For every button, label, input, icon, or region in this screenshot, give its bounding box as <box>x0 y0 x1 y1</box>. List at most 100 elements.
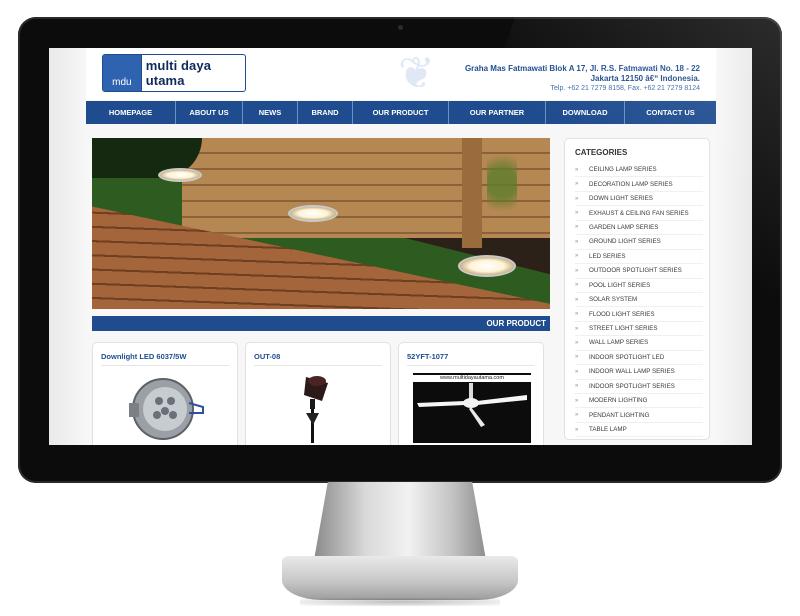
hero-banner-image <box>92 138 550 309</box>
contact-line: Telp. +62 21 7279 8158, Fax. +62 21 7279… <box>550 85 700 92</box>
chevron-right-icon: » <box>575 368 579 375</box>
chevron-right-icon: » <box>575 267 579 274</box>
category-label[interactable]: POOL LIGHT SERIES <box>589 282 650 289</box>
category-label[interactable]: MODERN LIGHTING <box>589 397 647 404</box>
monitor-stand-shadow <box>300 598 500 606</box>
category-label[interactable]: INDOOR WALL LAMP SERIES <box>589 368 675 375</box>
categories-title: CATEGORIES <box>575 148 628 157</box>
category-item[interactable]: » WALL LAMP SERIES <box>575 336 703 351</box>
category-item[interactable]: » FLOOD LIGHT SERIES <box>575 307 703 322</box>
chevron-right-icon: » <box>575 282 579 289</box>
category-item[interactable]: » SOLAR SYSTEM <box>575 293 703 308</box>
nav-download[interactable]: DOWNLOAD <box>546 101 625 124</box>
category-label[interactable]: STREET LIGHT SERIES <box>589 325 658 332</box>
category-label[interactable]: TABLE LAMP <box>589 426 627 433</box>
product-card[interactable]: 52YFT-1077 www.multidayautama.com <box>398 342 544 445</box>
chevron-right-icon: » <box>575 339 579 346</box>
nav-homepage[interactable]: HOMEPAGE <box>86 101 176 124</box>
ceiling-fan-product-image[interactable]: www.multidayautama.com <box>413 373 531 443</box>
banner-fence-post <box>462 138 482 248</box>
category-label[interactable]: INDOOR SPOTLIGHT LED <box>589 354 664 361</box>
address-line-2: Jakarta 12150 â€“ Indonesia. <box>590 74 700 83</box>
categories-list: » CEILING LAMP SERIES » DECORATION LAMP SE… <box>575 163 703 438</box>
category-label[interactable]: DECORATION LAMP SERIES <box>589 181 673 188</box>
nav-our-product[interactable]: OUR PRODUCT <box>353 101 449 124</box>
page-left-margin <box>49 48 86 445</box>
logo-name: multi daya utama <box>145 58 212 88</box>
spotlight-product-image[interactable] <box>286 373 346 443</box>
category-label[interactable]: GROUND LIGHT SERIES <box>589 238 661 245</box>
category-label[interactable]: PENDANT LIGHTING <box>589 412 649 419</box>
ground-lamp-icon <box>458 255 516 277</box>
category-item[interactable]: » INDOOR WALL LAMP SERIES <box>575 365 703 380</box>
chevron-right-icon: » <box>575 210 579 217</box>
monitor-stand-base <box>282 556 518 600</box>
category-label[interactable]: SOLAR SYSTEM <box>589 296 637 303</box>
category-item[interactable]: » MODERN LIGHTING <box>575 394 703 409</box>
chevron-right-icon: » <box>575 224 579 231</box>
categories-panel: CATEGORIES » CEILING LAMP SERIES » DECORAT… <box>564 138 710 440</box>
category-item[interactable]: » INDOOR SPOTLIGHT LED <box>575 351 703 366</box>
category-label[interactable]: GARDEN LAMP SERIES <box>589 224 658 231</box>
category-label[interactable]: LED SERIES <box>589 253 625 260</box>
category-label[interactable]: CEILING LAMP SERIES <box>589 166 657 173</box>
product-title[interactable]: OUT-08 <box>254 352 280 361</box>
chevron-right-icon: » <box>575 383 579 390</box>
chevron-right-icon: » <box>575 412 579 419</box>
nav-about-us[interactable]: ABOUT US <box>176 101 243 124</box>
nav-brand[interactable]: BRAND <box>298 101 353 124</box>
category-item[interactable]: » STREET LIGHT SERIES <box>575 322 703 337</box>
category-item[interactable]: » GROUND LIGHT SERIES <box>575 235 703 250</box>
product-divider <box>101 365 229 366</box>
chevron-right-icon: » <box>575 426 579 433</box>
page-right-margin <box>716 48 752 445</box>
address-line-1: Graha Mas Fatmawati Blok A 17, Jl. R.S. … <box>464 64 700 73</box>
product-divider <box>254 365 382 366</box>
monitor-screen: mdu multi daya utama ❦ Graha Mas Fatmawa… <box>49 48 752 445</box>
product-title[interactable]: 52YFT-1077 <box>407 352 448 361</box>
monitor-stand-neck <box>314 482 486 560</box>
logo-abbr: mdu <box>112 77 132 88</box>
category-item[interactable]: » LED SERIES <box>575 250 703 265</box>
chevron-right-icon: » <box>575 166 579 173</box>
banner-vine <box>487 138 517 228</box>
category-item[interactable]: » INDOOR SPOTLIGHT SERIES <box>575 380 703 394</box>
product-card[interactable]: OUT-08 <box>245 342 391 445</box>
category-label[interactable]: INDOOR SPOTLIGHT SERIES <box>589 383 675 390</box>
ground-lamp-icon <box>158 168 202 182</box>
chevron-right-icon: » <box>575 397 579 404</box>
category-label[interactable]: DOWN LIGHT SERIES <box>589 195 653 202</box>
our-product-heading: OUR PRODUCT <box>92 316 550 331</box>
chevron-right-icon: » <box>575 296 579 303</box>
category-item[interactable]: » DOWN LIGHT SERIES <box>575 192 703 207</box>
nav-our-partner[interactable]: OUR PARTNER <box>449 101 546 124</box>
site-logo[interactable]: mdu multi daya utama <box>102 54 246 92</box>
company-address: Graha Mas Fatmawati Blok A 17, Jl. R.S. … <box>465 64 700 94</box>
category-label[interactable]: WALL LAMP SERIES <box>589 339 648 346</box>
ceiling-fan-icon <box>417 383 527 427</box>
ground-lamp-icon <box>288 205 338 222</box>
category-label[interactable]: OUTDOOR SPOTLIGHT SERIES <box>589 267 682 274</box>
chevron-right-icon: » <box>575 354 579 361</box>
category-item[interactable]: » OUTDOOR SPOTLIGHT SERIES <box>575 264 703 279</box>
chevron-right-icon: » <box>575 238 579 245</box>
nav-news[interactable]: NEWS <box>243 101 298 124</box>
logo-mark-icon: mdu <box>103 55 142 91</box>
category-item[interactable]: » EXHAUST & CEILING FAN SERIES <box>575 206 703 221</box>
category-label[interactable]: EXHAUST & CEILING FAN SERIES <box>589 210 689 217</box>
product-title[interactable]: Downlight LED 6037/5W <box>101 352 186 361</box>
category-label[interactable]: FLOOD LIGHT SERIES <box>589 311 655 318</box>
category-item[interactable]: » TABLE LAMP <box>575 423 703 438</box>
webcam-dot <box>398 25 403 30</box>
category-item[interactable]: » DECORATION LAMP SERIES <box>575 177 703 192</box>
category-item[interactable]: » GARDEN LAMP SERIES <box>575 221 703 236</box>
category-item[interactable]: » CEILING LAMP SERIES <box>575 163 703 178</box>
nav-contact-us[interactable]: CONTACT US <box>625 101 716 124</box>
product-card[interactable]: Downlight LED 6037/5W <box>92 342 238 445</box>
chevron-right-icon: » <box>575 325 579 332</box>
category-item[interactable]: » PENDANT LIGHTING <box>575 408 703 423</box>
chevron-right-icon: » <box>575 253 579 260</box>
category-item[interactable]: » POOL LIGHT SERIES <box>575 279 703 293</box>
downlight-product-image[interactable] <box>115 373 205 443</box>
product-divider <box>407 365 535 366</box>
